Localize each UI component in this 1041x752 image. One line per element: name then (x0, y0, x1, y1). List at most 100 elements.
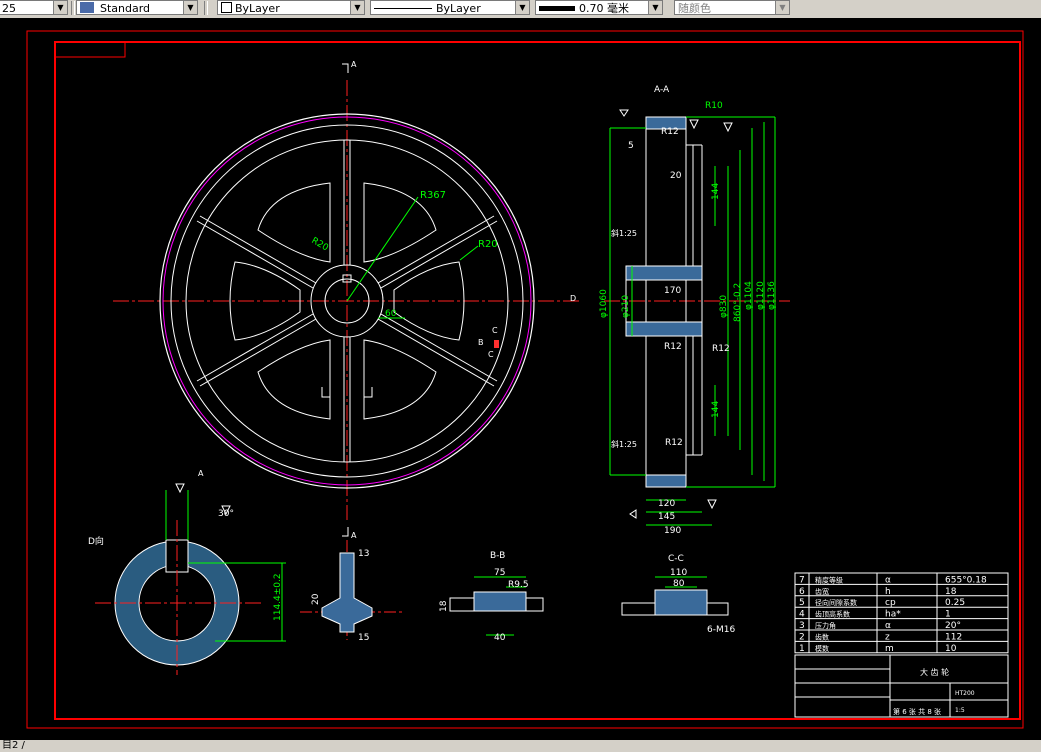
text-style-icon (80, 2, 94, 13)
dim-r20: R20 (478, 239, 498, 250)
view-d-title: D向 (88, 535, 104, 547)
sheet-info: 第 6 张 共 8 张 (893, 707, 941, 716)
section-cc-title: C-C (668, 554, 684, 564)
toolbar-separator (204, 1, 208, 15)
cut-label-a-top: A (351, 60, 357, 69)
cut-label-a-view: A (198, 469, 204, 478)
cut-label-a-bottom: A (351, 531, 357, 540)
dim-144-top: 144 (711, 183, 721, 200)
cut-label-c: C (492, 326, 498, 335)
dim-dia860: 860°-0.2 (733, 283, 743, 322)
dim-80: 80 (673, 579, 685, 589)
scale-dropdown[interactable]: 25 ▼ (0, 0, 68, 15)
param-symbol: m (885, 644, 894, 654)
dim-60: 60 (385, 309, 397, 319)
command-line[interactable]: 目2 / (0, 740, 1041, 752)
command-text: 目2 / (2, 740, 25, 751)
slope-bottom: 斜1:25 (611, 439, 637, 449)
chevron-down-icon[interactable]: ▼ (515, 1, 529, 14)
dim-r9-5: R9.5 (508, 580, 529, 590)
dim-120: 120 (658, 499, 675, 509)
chevron-down-icon[interactable]: ▼ (183, 1, 197, 14)
dim-r367: R367 (420, 190, 446, 201)
dim-110: 110 (670, 568, 687, 578)
lineweight-value: 0.70 毫米 (579, 2, 629, 15)
plot-style-dropdown[interactable]: 随颜色 ▼ (674, 0, 790, 15)
toolbar-separator (71, 1, 75, 15)
dim-r12-mid-right: R12 (712, 344, 730, 354)
dim-15: 15 (358, 633, 369, 643)
dim-114-4: 114.4±0.2 (273, 573, 283, 621)
dim-dia830: φ830 (719, 295, 729, 318)
dim-r10: R10 (705, 101, 723, 111)
linetype-preview-icon (374, 8, 432, 9)
param-symbol: α (885, 575, 891, 585)
section-aa-title: A-A (654, 85, 670, 95)
dim-r12-top: R12 (661, 127, 679, 137)
dim-75: 75 (494, 568, 505, 578)
param-no: 2 (799, 632, 805, 642)
dim-dia1136: φ1136 (767, 281, 777, 310)
lineweight-dropdown[interactable]: 0.70 毫米 ▼ (535, 0, 663, 15)
param-value: 20° (945, 621, 961, 631)
dim-r12-mid-left: R12 (664, 342, 682, 352)
param-symbol: cp (885, 598, 896, 608)
chevron-down-icon[interactable]: ▼ (648, 1, 662, 14)
color-dropdown[interactable]: ByLayer ▼ (217, 0, 365, 15)
param-no: 1 (799, 644, 805, 654)
lineweight-preview-icon (539, 6, 575, 11)
drawing-canvas[interactable]: A A D B C C A R367 R20 R20 60 A-A φ1060 … (0, 18, 1041, 740)
color-swatch-icon (221, 2, 232, 13)
part-name: 大 齿 轮 (920, 667, 949, 677)
param-no: 5 (799, 598, 805, 608)
param-no: 4 (799, 610, 805, 620)
cut-label-c2: C (488, 350, 494, 359)
param-no: 7 (799, 575, 805, 585)
param-symbol: h (885, 587, 891, 597)
param-name: 精度等级 (815, 575, 843, 584)
dim-145: 145 (658, 512, 675, 522)
dim-13: 13 (358, 549, 369, 559)
param-name: 齿顶高系数 (815, 610, 850, 619)
properties-toolbar: 25 ▼ Standard ▼ ByLayer ▼ ByLayer ▼ 0.70… (0, 0, 1041, 19)
slope-top: 斜1:25 (611, 228, 637, 238)
chevron-down-icon[interactable]: ▼ (350, 1, 364, 14)
material: HT200 (955, 690, 975, 697)
param-no: 3 (799, 621, 805, 631)
dim-18: 18 (439, 600, 449, 612)
dim-20-small: 20 (311, 593, 321, 605)
scale-value: 25 (2, 2, 16, 15)
param-no: 6 (799, 587, 805, 597)
param-value: 655°0.18 (945, 575, 987, 585)
dim-190: 190 (664, 526, 681, 536)
chevron-down-icon[interactable]: ▼ (53, 1, 67, 14)
dim-5: 5 (628, 141, 634, 151)
param-name: 模数 (815, 644, 829, 653)
plot-style-value: 随颜色 (678, 2, 711, 15)
text-style-value: Standard (100, 2, 151, 15)
dim-dia1060: φ1060 (599, 289, 609, 318)
section-bb-title: B-B (490, 551, 505, 561)
color-value: ByLayer (235, 2, 280, 15)
linetype-value: ByLayer (436, 2, 481, 15)
param-value: 0.25 (945, 598, 965, 608)
dim-dia1120: φ1120 (756, 281, 766, 310)
param-name: 齿宽 (815, 587, 829, 596)
param-name: 齿数 (815, 632, 829, 641)
dim-m16: 6-M16 (707, 625, 735, 635)
chevron-down-icon[interactable]: ▼ (775, 1, 789, 14)
param-value: 18 (945, 587, 957, 597)
dim-144-bottom: 144 (711, 401, 721, 418)
text-style-dropdown[interactable]: Standard ▼ (76, 0, 198, 15)
cut-label-b: B (478, 338, 484, 347)
dim-40: 40 (494, 633, 506, 643)
scale: 1:5 (955, 707, 965, 714)
param-value: 112 (945, 632, 962, 642)
dim-dia210: φ210 (621, 295, 631, 318)
dim-20: 20 (670, 171, 682, 181)
linetype-dropdown[interactable]: ByLayer ▼ (370, 0, 530, 15)
param-name: 径向间隙系数 (815, 598, 857, 607)
param-value: 1 (945, 610, 951, 620)
dim-170: 170 (664, 286, 681, 296)
cut-label-d: D (570, 294, 576, 303)
